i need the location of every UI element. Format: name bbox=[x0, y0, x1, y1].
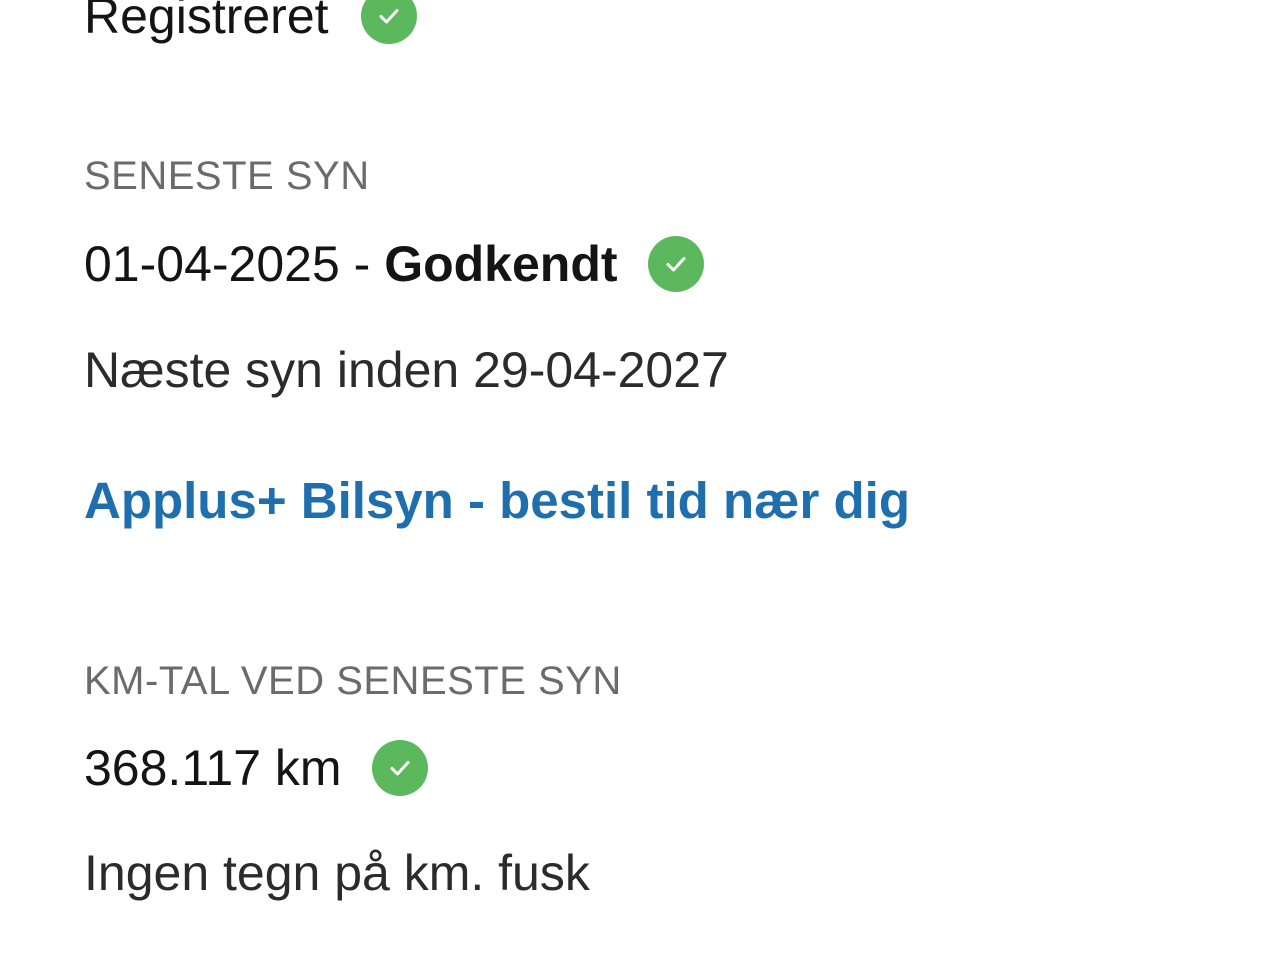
next-inspection-text: Næste syn inden 29-04-2027 bbox=[84, 342, 729, 398]
latest-inspection-label: SENESTE SYN bbox=[84, 154, 370, 198]
check-circle-icon bbox=[371, 740, 428, 796]
check-circle-icon bbox=[360, 0, 417, 44]
registration-status-text: Registreret bbox=[84, 0, 329, 44]
check-circle-icon bbox=[647, 236, 704, 292]
inspection-result: Godkendt bbox=[384, 236, 618, 292]
mileage-value: 368.117 km bbox=[84, 740, 342, 796]
booking-link-row[interactable]: Applus+ Bilsyn - bestil tid nær dig bbox=[84, 475, 910, 526]
mileage-note-row: Ingen tegn på km. fusk bbox=[84, 848, 590, 898]
inspection-separator: - bbox=[339, 236, 385, 292]
mileage-heading: KM-TAL VED SENESTE SYN bbox=[84, 661, 622, 701]
inspection-result-row: 01-04-2025 - Godkendt bbox=[84, 236, 704, 292]
mileage-value-row: 368.117 km bbox=[84, 740, 428, 796]
mileage-label: KM-TAL VED SENESTE SYN bbox=[84, 659, 622, 703]
registration-status-row: Registreret bbox=[84, 0, 417, 44]
book-inspection-link[interactable]: Applus+ Bilsyn - bestil tid nær dig bbox=[84, 475, 910, 526]
mileage-fraud-note: Ingen tegn på km. fusk bbox=[84, 845, 590, 901]
inspection-date: 01-04-2025 bbox=[84, 236, 340, 292]
latest-inspection-heading: SENESTE SYN bbox=[84, 156, 370, 196]
next-inspection-row: Næste syn inden 29-04-2027 bbox=[84, 345, 729, 395]
